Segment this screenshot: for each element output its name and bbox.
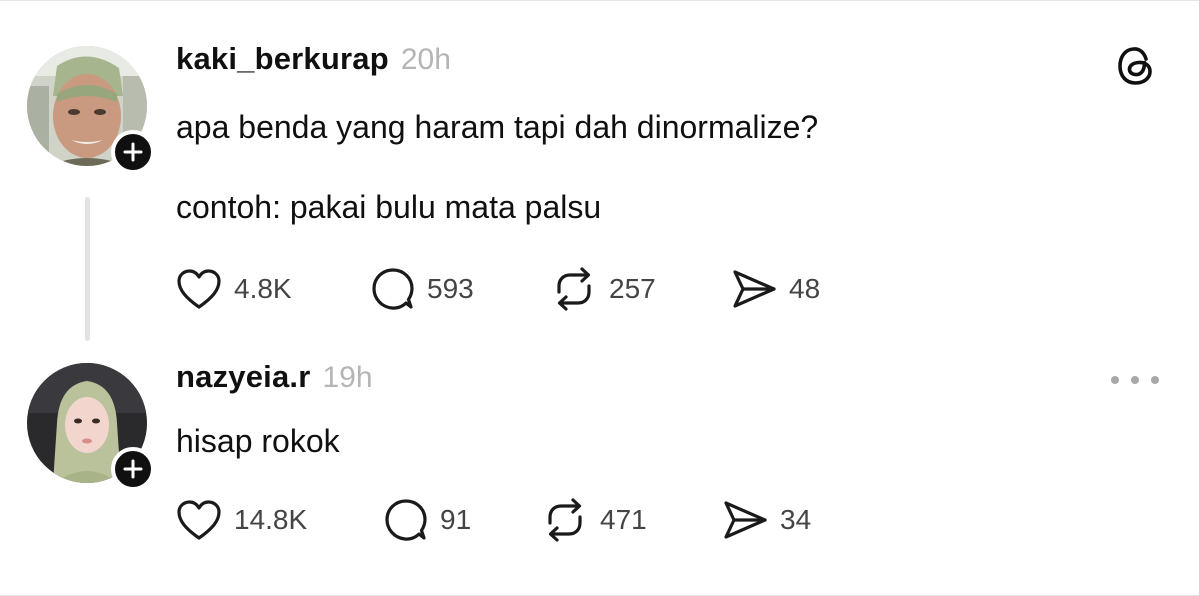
post-text-line: apa benda yang haram tapi dah dinormaliz…: [176, 109, 819, 145]
post-content: kaki_berkurap 20h apa benda yang haram t…: [176, 41, 1159, 311]
plus-icon: [123, 459, 143, 479]
share-button[interactable]: 34: [722, 499, 811, 541]
speech-bubble-icon: [385, 499, 427, 541]
reply-button[interactable]: 91: [384, 498, 542, 542]
like-count: 14.8K: [234, 504, 308, 535]
paper-plane-icon: [733, 270, 776, 308]
post-header: nazyeia.r 19h: [176, 359, 1159, 399]
timestamp: 19h: [322, 361, 373, 394]
more-dots-icon: [1151, 376, 1159, 384]
share-count: 48: [789, 273, 821, 304]
username[interactable]: nazyeia.r: [176, 359, 311, 395]
heart-icon: [177, 500, 221, 540]
more-dots-icon: [1111, 376, 1119, 384]
speech-bubble-icon: [372, 268, 414, 310]
reply-count: 91: [440, 504, 472, 535]
reply-count: 593: [427, 273, 474, 304]
like-button[interactable]: 4.8K: [176, 268, 371, 310]
follow-button[interactable]: [111, 447, 155, 491]
follow-button[interactable]: [111, 130, 155, 174]
thread-connector-line: [85, 197, 90, 341]
post-text-line: contoh: pakai bulu mata palsu: [176, 189, 602, 225]
paper-plane-icon: [724, 501, 767, 539]
avatar-container: [27, 363, 155, 491]
reply-button[interactable]: 593: [371, 267, 551, 311]
more-options-button[interactable]: [1111, 368, 1159, 392]
threads-screenshot: kaki_berkurap 20h apa benda yang haram t…: [0, 0, 1199, 596]
reply-post: nazyeia.r 19h hisap rokok 14.8K 91 471 3…: [0, 346, 1199, 596]
repost-count: 257: [609, 273, 656, 304]
thread-post: kaki_berkurap 20h apa benda yang haram t…: [0, 1, 1199, 346]
action-bar: 4.8K 593 257 48: [176, 267, 1159, 311]
share-button[interactable]: 48: [731, 268, 820, 310]
like-button[interactable]: 14.8K: [176, 499, 384, 541]
repost-arrows-icon: [548, 498, 582, 542]
repost-button[interactable]: 471: [542, 498, 722, 542]
share-count: 34: [780, 504, 812, 535]
heart-icon: [177, 269, 221, 309]
timestamp: 20h: [400, 43, 451, 76]
username[interactable]: kaki_berkurap: [176, 41, 389, 77]
action-bar: 14.8K 91 471 34: [176, 498, 1159, 542]
post-content: nazyeia.r 19h hisap rokok 14.8K 91 471 3…: [176, 359, 1159, 542]
post-text-line: hisap rokok: [176, 423, 340, 459]
avatar-container: [27, 46, 155, 174]
more-dots-icon: [1131, 376, 1139, 384]
repost-button[interactable]: 257: [551, 267, 731, 311]
like-count: 4.8K: [234, 273, 292, 304]
plus-icon: [123, 142, 143, 162]
repost-count: 471: [600, 504, 647, 535]
repost-arrows-icon: [557, 267, 591, 311]
threads-logo-icon[interactable]: [1113, 43, 1159, 89]
post-header: kaki_berkurap 20h: [176, 41, 1159, 81]
